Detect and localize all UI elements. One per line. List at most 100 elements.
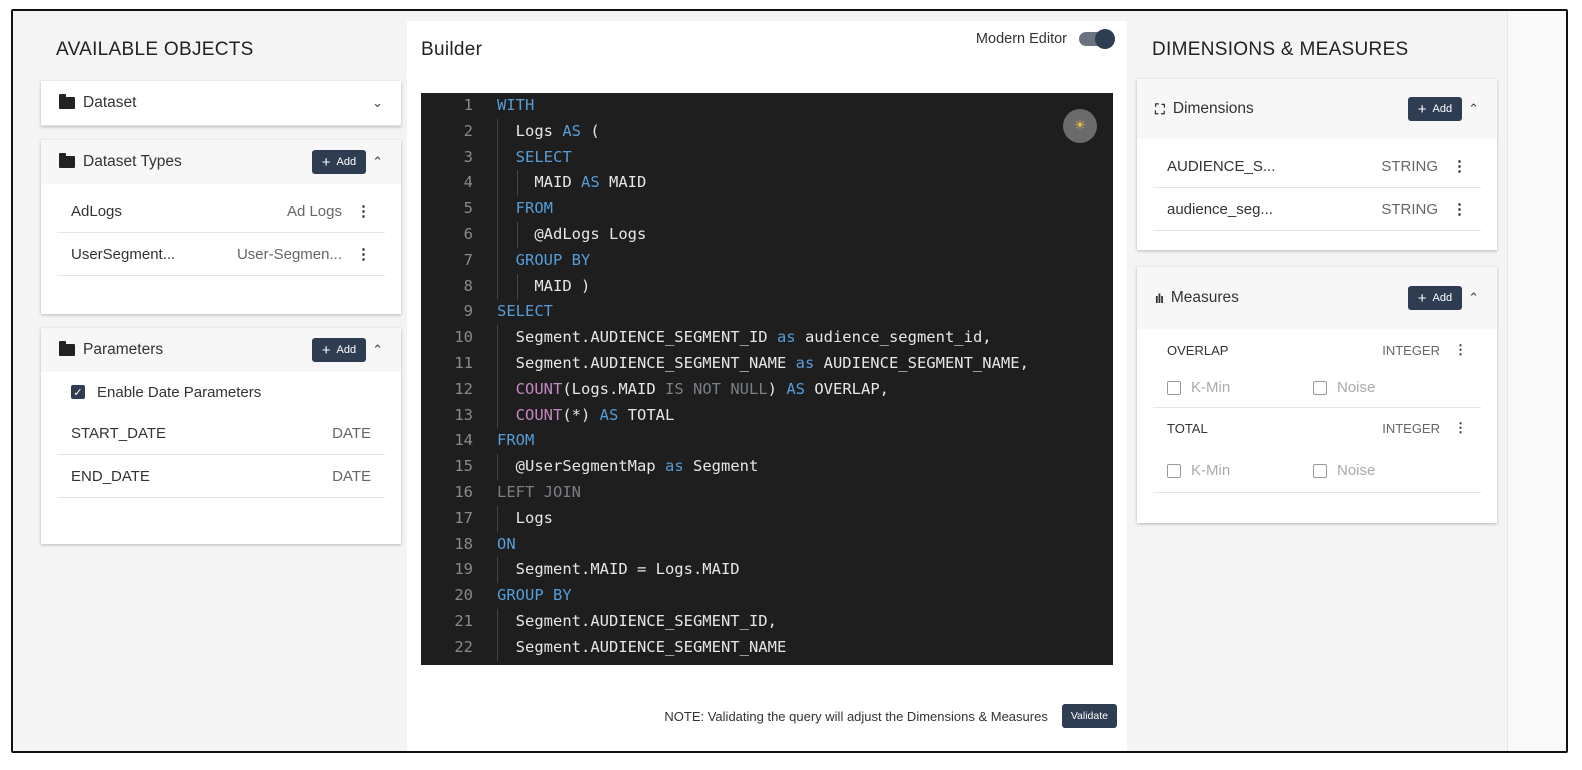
line-number: 12 [454, 379, 473, 398]
add-measure-button[interactable]: + Add [1407, 286, 1463, 310]
more-options-icon[interactable]: ⋮ [1454, 420, 1467, 436]
list-item[interactable]: audience_seg... STRING ⋮ [1153, 188, 1481, 231]
list-item[interactable]: AdLogs Ad Logs ⋮ [57, 190, 385, 233]
chevron-up-icon[interactable]: ⌃ [372, 154, 383, 170]
toggle-knob [1095, 29, 1115, 49]
modern-editor-label: Modern Editor [975, 31, 1067, 47]
code-line: 15 @UserSegmentMap as Segment [421, 454, 1113, 480]
plus-icon: + [321, 341, 331, 359]
more-options-icon[interactable]: ⋮ [1452, 200, 1467, 218]
list-item: END_DATE DATE [57, 455, 385, 498]
measures-title: Measures [1170, 289, 1239, 306]
dataset-type-name: UserSegment... [71, 245, 176, 263]
parameters-title: Parameters [83, 341, 164, 358]
dataset-types-header: Dataset Types + Add ⌃ [41, 140, 401, 184]
right-edge-strip [1507, 11, 1566, 751]
enable-date-parameters[interactable]: ✓ Enable Date Parameters [41, 372, 401, 412]
dimension-type: STRING [1381, 157, 1438, 175]
parameters-header: Parameters + Add ⌃ [41, 328, 401, 372]
code-line: 8 MAID ) [421, 274, 1113, 300]
parameter-type: DATE [332, 467, 371, 485]
measure-name: OVERLAP [1167, 342, 1229, 358]
plus-icon: + [1417, 100, 1427, 118]
code-line: 6 @AdLogs Logs [421, 222, 1113, 248]
modern-editor-toggle-group: Modern Editor [975, 29, 1115, 49]
parameter-name: END_DATE [71, 467, 150, 485]
line-number: 14 [454, 431, 473, 450]
chevron-up-icon[interactable]: ⌃ [1468, 101, 1479, 117]
add-label: Add [336, 156, 357, 168]
folder-icon [59, 341, 75, 356]
kmin-label: K-Min [1191, 378, 1231, 396]
add-parameter-button[interactable]: + Add [311, 338, 367, 362]
line-number: 17 [454, 508, 473, 527]
line-number: 16 [454, 482, 473, 501]
checkbox-icon[interactable] [1313, 463, 1327, 478]
checkbox-icon[interactable] [1167, 380, 1181, 395]
code-line: 9 SELECT [421, 299, 1113, 325]
code-line: 22 Segment.AUDIENCE_SEGMENT_NAME [421, 635, 1113, 661]
dimensions-title: Dimensions [1172, 100, 1254, 117]
noise-checkbox[interactable]: Noise [1313, 379, 1375, 396]
line-number: 7 [463, 250, 473, 269]
modern-editor-toggle[interactable] [1079, 29, 1115, 49]
dimensions-card: ⛶ Dimensions + Add ⌃ AUDIENCE_S... STRING … [1137, 79, 1497, 250]
parameter-name: START_DATE [71, 424, 167, 442]
validate-button[interactable]: Validate [1061, 704, 1117, 728]
add-dimension-button[interactable]: + Add [1407, 97, 1463, 121]
line-number: 3 [463, 147, 473, 166]
dimension-name: AUDIENCE_S... [1167, 157, 1276, 175]
noise-checkbox[interactable]: Noise [1313, 462, 1375, 479]
checkbox-checked-icon[interactable]: ✓ [71, 385, 85, 399]
bar-chart-icon: ılı [1155, 290, 1164, 306]
dataset-header[interactable]: Dataset ⌄ [41, 81, 401, 126]
chevron-down-icon[interactable]: ⌄ [372, 95, 383, 111]
add-label: Add [1432, 292, 1453, 304]
dataset-type-value: User-Segmen... [236, 245, 342, 263]
builder-panel: Builder Modern Editor ☀ 1 WITH 2 Logs AS … [407, 21, 1127, 751]
more-options-icon[interactable]: ⋮ [356, 202, 371, 220]
dimension-type: STRING [1381, 200, 1438, 218]
more-options-icon[interactable]: ⋮ [356, 245, 371, 263]
sql-editor[interactable]: ☀ 1 WITH 2 Logs AS ( 3 SELECT 4 MAID AS M… [421, 93, 1113, 665]
checkbox-icon[interactable] [1313, 380, 1327, 395]
line-number: 5 [463, 199, 473, 218]
kmin-checkbox[interactable]: K-Min [1167, 379, 1313, 396]
chevron-up-icon[interactable]: ⌃ [1468, 290, 1479, 306]
kmin-label: K-Min [1191, 461, 1231, 479]
dimensions-measures-panel: DIMENSIONS & MEASURES ⛶ Dimensions + Add ⌃… [1137, 21, 1497, 751]
line-number: 21 [454, 611, 473, 630]
validate-note: NOTE: Validating the query will adjust t… [664, 708, 1048, 724]
dimension-name: audience_seg... [1167, 200, 1273, 218]
code-line: 4 MAID AS MAID [421, 170, 1113, 196]
dataset-types-card: Dataset Types + Add ⌃ AdLogs Ad Logs ⋮ Us… [41, 140, 401, 314]
add-dataset-type-button[interactable]: + Add [311, 150, 367, 174]
noise-label: Noise [1337, 378, 1376, 396]
line-number: 19 [454, 560, 473, 579]
code-line: 16 LEFT JOIN [421, 480, 1113, 506]
line-number: 18 [454, 534, 473, 553]
more-options-icon[interactable]: ⋮ [1452, 157, 1467, 175]
list-item[interactable]: AUDIENCE_S... STRING ⋮ [1153, 145, 1481, 188]
more-options-icon[interactable]: ⋮ [1454, 342, 1467, 358]
available-objects-heading: AVAILABLE OBJECTS [56, 39, 254, 60]
code-line: 17 Logs [421, 506, 1113, 532]
expand-icon: ⛶ [1155, 100, 1165, 117]
measure-type: INTEGER [1382, 420, 1440, 436]
add-label: Add [1432, 103, 1453, 115]
checkbox-icon[interactable] [1167, 463, 1181, 478]
noise-label: Noise [1337, 461, 1376, 479]
list-item[interactable]: UserSegment... User-Segmen... ⋮ [57, 233, 385, 276]
line-number: 4 [463, 173, 473, 192]
line-number: 15 [454, 457, 473, 476]
code-line: 5 FROM [421, 196, 1113, 222]
measures-header: ılı Measures + Add ⌃ [1137, 267, 1497, 329]
line-number: 2 [463, 121, 473, 140]
code-line: 1 WITH [421, 93, 1113, 119]
chevron-up-icon[interactable]: ⌃ [372, 342, 383, 358]
folder-icon [59, 153, 75, 168]
kmin-checkbox[interactable]: K-Min [1167, 462, 1313, 479]
line-number: 6 [463, 224, 473, 243]
dimensions-header: ⛶ Dimensions + Add ⌃ [1137, 79, 1497, 139]
dimensions-measures-heading: DIMENSIONS & MEASURES [1152, 39, 1409, 60]
